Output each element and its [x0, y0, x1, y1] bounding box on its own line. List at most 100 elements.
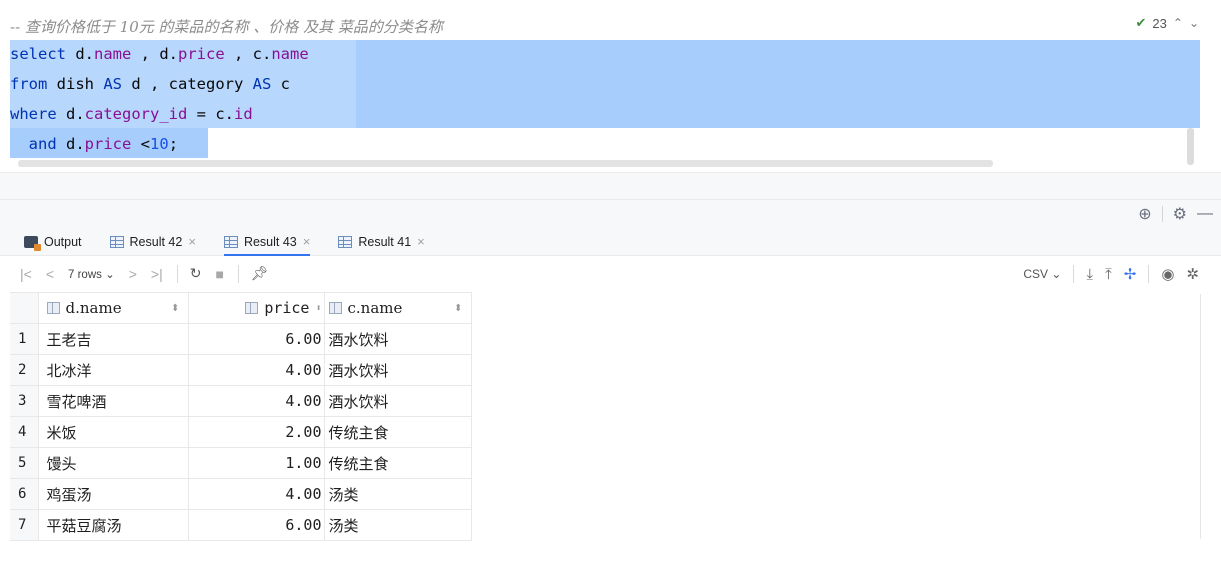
table-row[interactable]: 7 平菇豆腐汤 6.00 汤类 [10, 509, 472, 541]
first-page-icon[interactable]: |< [20, 266, 32, 282]
close-icon[interactable]: × [188, 234, 196, 249]
keyword: AS [103, 75, 122, 93]
cell-category-name[interactable]: 传统主食 [323, 416, 472, 448]
table-row[interactable]: 4 米饭 2.00 传统主食 [10, 416, 472, 448]
download-icon[interactable]: ⤓ [1086, 266, 1093, 283]
chevron-up-icon[interactable]: ⌃ [1173, 16, 1183, 30]
tab-label: Result 41 [358, 234, 412, 249]
grid-right-edge [1200, 294, 1201, 539]
tab-result-42[interactable]: Result 42 × [109, 228, 208, 255]
code-text: d. [66, 45, 94, 63]
column-title: d.name [65, 299, 122, 317]
tab-label: Output [44, 234, 82, 249]
tab-output[interactable]: Output [24, 228, 94, 255]
grid-body: 1 王老吉 6.00 酒水饮料 2 北冰洋 4.00 酒水饮料 3 雪花啤酒 4.00 酒水饮料 4 米饭… [10, 323, 472, 541]
last-page-icon[interactable]: >| [151, 266, 163, 282]
rows-dropdown[interactable]: 7 rows ⌄ [68, 267, 115, 281]
keyword: where [10, 105, 57, 123]
cell-category-name[interactable]: 酒水饮料 [323, 354, 472, 386]
column-icon [46, 302, 60, 314]
row-number: 3 [10, 385, 39, 417]
keyword: and [10, 135, 57, 153]
table-icon [109, 235, 124, 248]
table-row[interactable]: 5 馒头 1.00 传统主食 [10, 447, 472, 479]
tab-result-41[interactable]: Result 41 × [338, 228, 436, 255]
view-icon[interactable]: ◉ [1161, 265, 1174, 283]
keyword: AS [252, 75, 272, 93]
code-line-3[interactable]: where d.category_id = c.id [10, 103, 253, 125]
pin-icon[interactable]: 📌︎ [251, 265, 269, 282]
row-number: 1 [10, 323, 39, 355]
add-circle-icon[interactable]: ⊕ [1138, 204, 1151, 224]
panel-splitter[interactable] [0, 172, 1221, 200]
keyword: select [10, 45, 66, 63]
sql-editor[interactable]: -- 查询价格低于 10元 的菜品的名称 、价格 及其 菜品的分类名称 ✔ 23… [0, 0, 1221, 172]
code-text: = c. [187, 105, 234, 123]
rows-label: 7 rows [68, 268, 102, 281]
column-icon [245, 302, 259, 314]
cell-dish-name[interactable]: 馒头 [37, 447, 189, 479]
gear-icon[interactable]: ⚙ [1173, 204, 1187, 224]
cell-dish-name[interactable]: 北冰洋 [37, 354, 189, 386]
code-text: d. [56, 135, 85, 153]
field-name: id [234, 105, 253, 123]
cell-dish-name[interactable]: 王老吉 [37, 323, 189, 355]
code-text: , c. [224, 45, 272, 63]
cell-price[interactable]: 6.00 [187, 323, 325, 355]
cell-price[interactable]: 4.00 [187, 354, 325, 386]
stop-icon[interactable]: ■ [215, 266, 223, 282]
code-line-4[interactable]: and d.price <10; [10, 133, 178, 155]
upload-icon[interactable]: ⤒ [1105, 266, 1112, 283]
cell-category-name[interactable]: 传统主食 [323, 447, 472, 479]
cell-category-name[interactable]: 酒水饮料 [323, 323, 472, 355]
editor-vertical-scrollbar[interactable] [1187, 128, 1194, 165]
cell-dish-name[interactable]: 米饭 [37, 416, 189, 448]
chevron-down-icon[interactable]: ⌄ [1189, 16, 1199, 30]
reload-icon[interactable]: ↻ [190, 265, 202, 282]
compare-icon[interactable]: ✢ [1124, 265, 1137, 283]
settings-icon[interactable]: ✲ [1186, 265, 1199, 283]
table-row[interactable]: 3 雪花啤酒 4.00 酒水饮料 [10, 385, 472, 417]
cell-category-name[interactable]: 酒水饮料 [323, 385, 472, 417]
cell-category-name[interactable]: 汤类 [323, 478, 472, 510]
column-header-c-name[interactable]: c.name ⬍ [323, 292, 472, 324]
code-line-2[interactable]: from dish AS d , category AS c [10, 73, 290, 95]
inspection-count: 23 [1152, 15, 1167, 31]
row-number: 5 [10, 447, 39, 479]
table-icon [338, 235, 353, 248]
cell-category-name[interactable]: 汤类 [323, 509, 472, 541]
code-text: d , category [122, 75, 253, 93]
close-icon[interactable]: × [417, 234, 425, 249]
column-header-d-name[interactable]: d.name ⬍ [37, 292, 189, 324]
inspection-check-icon: ✔ [1135, 15, 1147, 30]
editor-horizontal-scrollbar[interactable] [18, 160, 993, 167]
table-row[interactable]: 2 北冰洋 4.00 酒水饮料 [10, 354, 472, 386]
cell-price[interactable]: 1.00 [187, 447, 325, 479]
sort-icon[interactable]: ⬍ [454, 303, 462, 314]
keyword: from [10, 75, 48, 93]
export-format-dropdown[interactable]: CSV ⌄ [1023, 267, 1061, 281]
previous-page-icon[interactable]: < [46, 266, 54, 282]
minimize-icon[interactable]: — [1197, 205, 1213, 223]
field-name: name [94, 45, 132, 63]
inspection-widget[interactable]: ✔ 23 ⌃ ⌄ [1136, 15, 1200, 31]
cell-dish-name[interactable]: 雪花啤酒 [37, 385, 189, 417]
cell-price[interactable]: 2.00 [187, 416, 325, 448]
column-header-price[interactable]: price ⬍ [187, 292, 325, 324]
cell-price[interactable]: 4.00 [187, 478, 325, 510]
sort-icon[interactable]: ⬍ [171, 303, 179, 314]
table-row[interactable]: 6 鸡蛋汤 4.00 汤类 [10, 478, 472, 510]
cell-dish-name[interactable]: 平菇豆腐汤 [37, 509, 189, 541]
cell-price[interactable]: 6.00 [187, 509, 325, 541]
next-page-icon[interactable]: > [129, 266, 137, 282]
table-row[interactable]: 1 王老吉 6.00 酒水饮料 [10, 323, 472, 355]
code-line-1[interactable]: select d.name , d.price , c.name [10, 43, 309, 65]
cell-price[interactable]: 4.00 [187, 385, 325, 417]
close-icon[interactable]: × [303, 234, 311, 249]
tab-result-43[interactable]: Result 43 × [223, 228, 322, 256]
sort-icon[interactable]: ⬍ [315, 303, 321, 314]
cell-dish-name[interactable]: 鸡蛋汤 [37, 478, 189, 510]
result-grid: d.name ⬍ price ⬍ c.name ⬍ 1 王老吉 6.00 酒水饮料 2 北冰洋 4… [10, 292, 472, 541]
code-text: c [271, 75, 290, 93]
sql-comment: -- 查询价格低于 10元 的菜品的名称 、价格 及其 菜品的分类名称 [10, 18, 443, 36]
